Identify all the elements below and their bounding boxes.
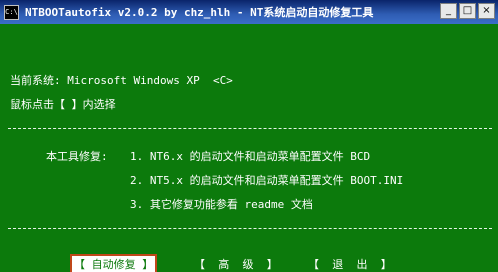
feature-item-1: 1. NT6.x 的启动文件和启动菜单配置文件 BCD — [130, 150, 371, 163]
close-button[interactable]: × — [478, 3, 495, 19]
title-bar[interactable]: C:\ NTBOOTautofix v2.0.2 by chz_hlh - NT… — [0, 0, 498, 24]
feature-item-2: 2. NT5.x 的启动文件和启动菜单配置文件 BOOT.INI — [130, 174, 404, 187]
console-area: 当前系统: Microsoft Windows XP <C> 鼠标点击【 】内选… — [8, 26, 492, 272]
advanced-button[interactable]: 【 高 级 】 — [194, 256, 278, 272]
instruction-text: 鼠标点击【 】内选择 — [10, 98, 116, 111]
separator-top — [8, 128, 492, 129]
current-system-text: 当前系统: Microsoft Windows XP <C> — [10, 74, 233, 87]
separator-bottom — [8, 228, 492, 229]
auto-fix-button[interactable]: 【 自动修复 】 — [69, 254, 158, 272]
minimize-button[interactable]: _ — [440, 3, 457, 19]
window-controls: _ □ × — [440, 3, 495, 19]
console-app-icon: C:\ — [4, 4, 19, 20]
window-title: NTBOOTautofix v2.0.2 by chz_hlh - NT系统启动… — [25, 6, 374, 19]
features-title: 本工具修复: — [46, 150, 108, 163]
feature-item-3: 3. 其它修复功能参看 readme 文档 — [130, 198, 313, 211]
maximize-button[interactable]: □ — [459, 3, 476, 19]
exit-button[interactable]: 【 退 出 】 — [308, 256, 392, 272]
